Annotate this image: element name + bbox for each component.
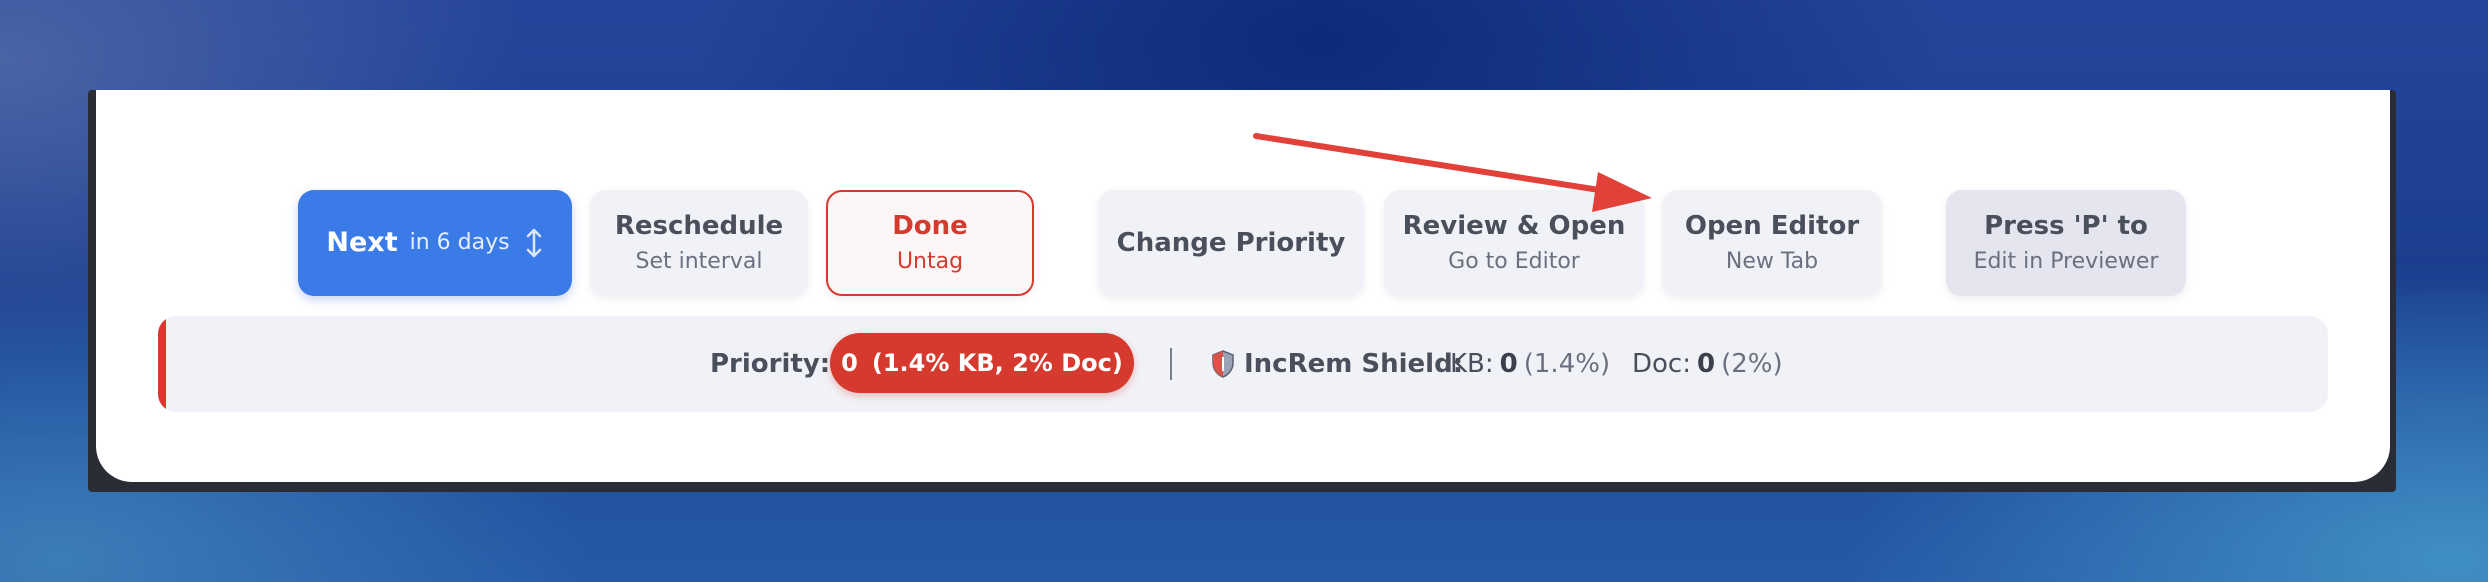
- priority-value: 0: [841, 349, 858, 377]
- next-button-interval: in 6 days: [409, 230, 510, 255]
- open-editor-button-sub: New Tab: [1725, 249, 1819, 274]
- info-bar-accent: [158, 316, 166, 412]
- reschedule-button[interactable]: Reschedule Set interval: [590, 190, 808, 296]
- priority-badge[interactable]: 0 (1.4% KB, 2% Doc): [830, 333, 1134, 393]
- done-button-label: Done: [892, 211, 968, 241]
- priority-info-bar: Priority: 0 (1.4% KB, 2% Doc) IncRem Shi…: [158, 316, 2328, 412]
- kb-value: 0: [1499, 349, 1518, 379]
- shield-icon: [1210, 316, 1236, 412]
- doc-stat: Doc: 0 (2%): [1632, 316, 1783, 412]
- kb-label: KB:: [1450, 349, 1494, 379]
- doc-label: Doc:: [1632, 349, 1691, 379]
- next-button-label: Next: [326, 227, 398, 258]
- change-priority-button[interactable]: Change Priority: [1098, 190, 1364, 296]
- open-editor-button-label: Open Editor: [1684, 211, 1860, 241]
- kb-percent: (1.4%): [1523, 349, 1611, 379]
- press-p-button-label: Press 'P' to: [1984, 211, 2148, 241]
- done-button[interactable]: Done Untag: [826, 190, 1034, 296]
- review-open-button[interactable]: Review & Open Go to Editor: [1384, 190, 1644, 296]
- change-priority-button-label: Change Priority: [1116, 228, 1346, 258]
- doc-percent: (2%): [1721, 349, 1783, 379]
- doc-value: 0: [1696, 349, 1716, 379]
- kb-stat: KB: 0 (1.4%): [1450, 316, 1610, 412]
- reschedule-button-label: Reschedule: [614, 211, 784, 241]
- priority-detail: (1.4% KB, 2% Doc): [871, 349, 1123, 377]
- reschedule-button-sub: Set interval: [635, 249, 763, 274]
- press-p-button-sub: Edit in Previewer: [1973, 249, 2159, 274]
- next-button[interactable]: Next in 6 days: [298, 190, 572, 296]
- review-open-button-label: Review & Open: [1402, 211, 1626, 241]
- priority-label: Priority:: [710, 349, 831, 379]
- review-open-button-sub: Go to Editor: [1448, 249, 1580, 274]
- press-p-button[interactable]: Press 'P' to Edit in Previewer: [1946, 190, 2186, 296]
- up-down-arrow-icon[interactable]: [524, 227, 544, 259]
- done-button-sub: Untag: [896, 249, 964, 274]
- open-editor-button[interactable]: Open Editor New Tab: [1662, 190, 1882, 296]
- increm-shield-label: IncRem Shield:: [1244, 349, 1464, 379]
- divider: [1170, 348, 1172, 380]
